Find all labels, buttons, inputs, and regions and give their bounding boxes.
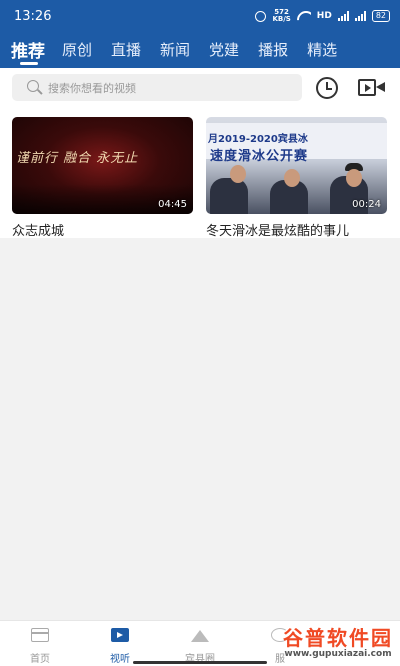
video-thumbnail[interactable]: 月2019-2020宾县冰 速度滑冰公开赛 00:24	[206, 117, 387, 214]
network-speed: 572 KB/S	[272, 9, 290, 23]
video-duration: 00:24	[352, 199, 381, 210]
tab-featured[interactable]: 精选	[307, 34, 337, 68]
tab-news[interactable]: 新闻	[160, 34, 190, 68]
video-title[interactable]: 众志成城	[12, 220, 193, 239]
status-time: 13:26	[14, 9, 52, 24]
video-camera-icon[interactable]	[358, 79, 386, 96]
tab-original[interactable]: 原创	[62, 34, 92, 68]
tv-icon	[111, 628, 129, 642]
video-duration: 04:45	[158, 199, 187, 210]
app-header: 13:26 572 KB/S HD 82 推荐 原创 直播 新闻 党建 播报 精…	[0, 0, 400, 68]
video-thumbnail[interactable]: 谨前行 融合 永无止 04:45	[12, 117, 193, 214]
home-icon	[31, 628, 49, 642]
search-row: 搜索你想看的视频	[0, 68, 400, 108]
video-card[interactable]: 月2019-2020宾县冰 速度滑冰公开赛 00:24 冬天滑冰是最炫酷的事儿	[206, 117, 387, 239]
hd-label: HD	[316, 11, 332, 21]
nav-label: 首页	[30, 654, 50, 665]
nav-county-circle[interactable]: 宾县圈	[160, 621, 240, 666]
video-card[interactable]: 谨前行 融合 永无止 04:45 众志成城	[12, 117, 193, 239]
mountain-icon	[191, 630, 209, 642]
tab-party[interactable]: 党建	[209, 34, 239, 68]
banner-line-2: 速度滑冰公开赛	[210, 149, 309, 164]
tab-live[interactable]: 直播	[111, 34, 141, 68]
tab-broadcast[interactable]: 播报	[258, 34, 288, 68]
category-tabs: 推荐 原创 直播 新闻 党建 播报 精选	[0, 34, 400, 68]
site-watermark: 谷普软件园 www.gupuxiazai.com	[276, 622, 400, 666]
tab-recommend[interactable]: 推荐	[11, 34, 45, 68]
wifi-icon	[297, 11, 311, 21]
alarm-icon	[255, 10, 267, 22]
video-list: 谨前行 融合 永无止 04:45 众志成城 月2019-2020宾县冰 速度滑冰…	[0, 108, 400, 239]
search-input[interactable]: 搜索你想看的视频	[12, 74, 302, 101]
banner-line-1: 月2019-2020宾县冰	[208, 134, 308, 145]
watermark-url: www.gupuxiazai.com	[284, 649, 392, 659]
thumbnail-text: 谨前行 融合 永无止	[16, 151, 139, 166]
event-banner: 月2019-2020宾县冰 速度滑冰公开赛	[206, 123, 387, 164]
nav-video[interactable]: 视听	[80, 621, 160, 666]
battery-icon: 82	[371, 10, 390, 22]
watermark-text: 谷普软件园	[283, 626, 393, 650]
video-title[interactable]: 冬天滑冰是最炫酷的事儿	[206, 220, 387, 239]
signal-icon	[337, 11, 349, 21]
speed-unit: KB/S	[272, 15, 291, 23]
status-icons: 572 KB/S HD 82	[255, 9, 390, 23]
signal-icon-2	[354, 11, 366, 21]
gesture-bar[interactable]	[133, 661, 267, 664]
history-clock-icon[interactable]	[316, 77, 338, 99]
status-bar: 13:26 572 KB/S HD 82	[0, 0, 400, 34]
search-icon	[27, 80, 39, 92]
search-placeholder: 搜索你想看的视频	[48, 82, 136, 95]
nav-home[interactable]: 首页	[0, 621, 80, 666]
